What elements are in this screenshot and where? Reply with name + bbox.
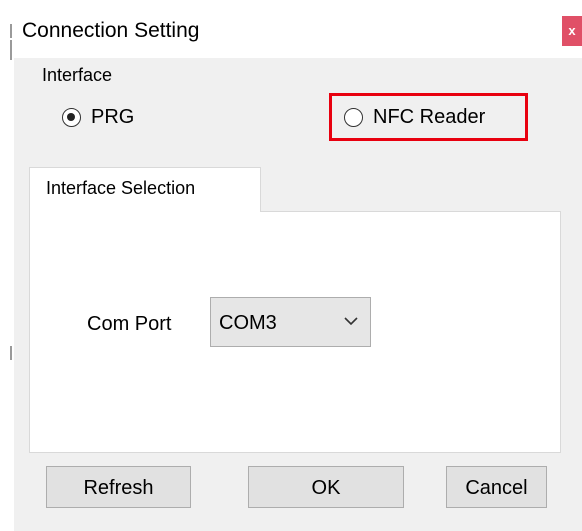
refresh-button[interactable]: Refresh <box>46 466 191 508</box>
chevron-down-icon <box>344 317 358 326</box>
cancel-button[interactable]: Cancel <box>446 466 547 508</box>
highlight-box <box>329 93 528 141</box>
title-bar: Connection Setting x <box>0 0 582 58</box>
com-port-value: COM3 <box>219 312 277 334</box>
left-edge-mark <box>10 24 12 38</box>
left-edge-mark <box>10 40 12 60</box>
radio-prg[interactable]: PRG <box>62 106 134 129</box>
radio-prg-label: PRG <box>91 106 135 128</box>
com-port-label: Com Port <box>87 313 172 335</box>
connection-setting-dialog: Connection Setting x Interface PRG NFC R… <box>0 0 582 531</box>
window-title: Connection Setting <box>22 19 200 42</box>
close-button[interactable]: x <box>562 16 582 46</box>
com-port-select[interactable]: COM3 <box>210 297 371 347</box>
tab-interface-selection[interactable]: Interface Selection <box>29 167 261 212</box>
interface-label: Interface <box>42 65 113 85</box>
left-edge-mark <box>10 346 12 360</box>
radio-button-checked[interactable] <box>62 108 81 127</box>
ok-button[interactable]: OK <box>248 466 404 508</box>
